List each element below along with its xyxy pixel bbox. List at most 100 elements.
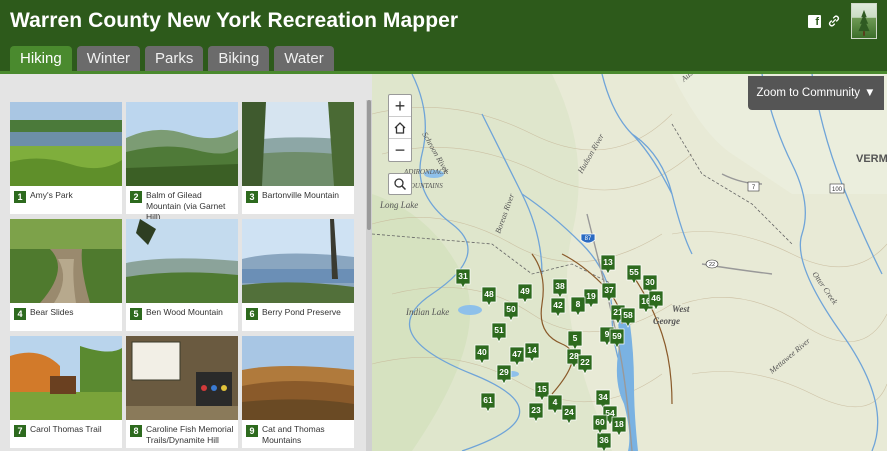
trail-marker-label: 31 — [458, 271, 468, 281]
topo-map: 87 22 7 100 ADIRONDACK MOUNTAINS Long La… — [372, 74, 887, 451]
trail-number-badge: 9 — [246, 425, 258, 437]
zoom-in-button[interactable]: + — [389, 95, 411, 117]
trail-grid: 1 Amy's Park 2 Balm of Gilead Mountain (… — [10, 102, 354, 448]
trail-card[interactable]: 4 Bear Slides — [10, 219, 122, 331]
trail-marker-label: 19 — [586, 291, 596, 301]
county-logo — [851, 3, 877, 39]
svg-text:West: West — [672, 304, 690, 314]
trail-card[interactable]: 6 Berry Pond Preserve — [242, 219, 354, 331]
trail-marker-label: 29 — [499, 367, 509, 377]
trail-marker-label: 61 — [483, 395, 493, 405]
search-icon — [394, 178, 407, 191]
trail-marker-label: 18 — [614, 419, 624, 429]
trail-marker-label: 55 — [629, 267, 639, 277]
trail-number-badge: 8 — [130, 425, 142, 437]
trail-number-badge: 7 — [14, 425, 26, 437]
trail-marker-label: 60 — [595, 417, 605, 427]
trail-marker-label: 9 — [605, 329, 610, 339]
trail-marker-label: 22 — [580, 357, 590, 367]
trail-marker-label: 14 — [527, 345, 537, 355]
trail-photo — [126, 336, 238, 420]
trail-marker-label: 4 — [553, 397, 558, 407]
page-title: Warren County New York Recreation Mapper — [10, 9, 459, 32]
trail-marker-label: 48 — [484, 289, 494, 299]
trail-marker-label: 24 — [564, 407, 574, 417]
tab-water[interactable]: Water — [274, 46, 334, 71]
map-search-button[interactable] — [388, 173, 412, 195]
trail-name: Bear Slides — [30, 307, 74, 317]
trail-name: Amy's Park — [30, 190, 73, 200]
home-button[interactable] — [389, 117, 411, 139]
svg-text:Long Lake: Long Lake — [379, 200, 418, 210]
trail-photo — [242, 102, 354, 186]
trail-marker-label: 30 — [645, 277, 655, 287]
trail-name: Berry Pond Preserve — [262, 307, 341, 317]
trail-marker-label: 8 — [576, 299, 581, 309]
map-view[interactable]: 87 22 7 100 ADIRONDACK MOUNTAINS Long La… — [372, 74, 887, 451]
trail-marker-label: 13 — [603, 257, 613, 267]
trail-number-badge: 4 — [14, 308, 26, 320]
trail-photo — [10, 102, 122, 186]
trail-photo — [126, 219, 238, 303]
road-shield-i87: 87 — [580, 233, 596, 244]
trail-number-badge: 6 — [246, 308, 258, 320]
trail-card[interactable]: 9 Cat and Thomas Mountains — [242, 336, 354, 448]
category-tabs: Hiking Winter Parks Biking Water — [10, 46, 334, 71]
trail-number-badge: 1 — [14, 191, 26, 203]
trail-marker-label: 46 — [651, 293, 661, 303]
share-icons: f — [808, 14, 841, 28]
trail-marker-label: 51 — [494, 325, 504, 335]
trail-marker-label: 59 — [612, 331, 622, 341]
trail-marker-label: 40 — [477, 347, 487, 357]
tab-biking[interactable]: Biking — [208, 46, 270, 71]
trail-card[interactable]: 3 Bartonville Mountain — [242, 102, 354, 214]
road-shield-22: 22 — [705, 259, 719, 269]
trail-name: Caroline Fish Memorial Trails/Dynamite H… — [146, 424, 234, 445]
trail-marker-label: 50 — [506, 304, 516, 314]
svg-text:Indian Lake: Indian Lake — [405, 307, 449, 317]
trail-marker[interactable]: 36 — [596, 432, 612, 451]
trail-marker-label: 15 — [537, 384, 547, 394]
app-header: Warren County New York Recreation Mapper… — [0, 0, 887, 74]
trail-marker-label: 36 — [599, 435, 609, 445]
trail-marker-label: 28 — [569, 351, 579, 361]
trail-name: Cat and Thomas Mountains — [262, 424, 325, 445]
svg-text:VERM: VERM — [856, 153, 887, 165]
zoom-out-button[interactable]: − — [389, 139, 411, 161]
trail-photo — [242, 219, 354, 303]
trail-card[interactable]: 1 Amy's Park — [10, 102, 122, 214]
trail-marker-label: 34 — [598, 392, 608, 402]
trail-photo — [10, 219, 122, 303]
road-shield-100: 100 — [829, 183, 845, 194]
trail-marker-label: 37 — [604, 285, 614, 295]
zoom-to-community-button[interactable]: Zoom to Community ▼ — [748, 76, 884, 110]
trail-name: Ben Wood Mountain — [146, 307, 223, 317]
trail-number-badge: 2 — [130, 191, 142, 203]
trail-photo — [10, 336, 122, 420]
tab-winter[interactable]: Winter — [76, 46, 141, 71]
road-shield-7: 7 — [747, 181, 760, 192]
trail-card[interactable]: 5 Ben Wood Mountain — [126, 219, 238, 331]
home-icon — [394, 121, 406, 134]
trail-card[interactable]: 8 Caroline Fish Memorial Trails/Dynamite… — [126, 336, 238, 448]
trail-photo — [242, 336, 354, 420]
trail-photo — [126, 102, 238, 186]
tab-parks[interactable]: Parks — [145, 46, 204, 71]
trail-number-badge: 5 — [130, 308, 142, 320]
link-icon[interactable] — [827, 14, 841, 28]
svg-text:87: 87 — [585, 236, 592, 242]
tab-hiking[interactable]: Hiking — [10, 46, 72, 71]
zoom-to-community-label: Zoom to Community — [756, 87, 861, 99]
trail-marker-label: 42 — [553, 300, 563, 310]
chevron-down-icon: ▼ — [864, 87, 876, 99]
facebook-icon[interactable]: f — [808, 14, 821, 28]
sidebar-scroll-thumb[interactable] — [367, 100, 371, 230]
trail-card[interactable]: 7 Carol Thomas Trail — [10, 336, 122, 448]
trail-marker-label: 5 — [573, 333, 578, 343]
trail-marker-label: 38 — [555, 281, 565, 291]
svg-text:100: 100 — [832, 187, 843, 193]
svg-text:22: 22 — [709, 262, 715, 268]
trail-marker-label: 49 — [520, 286, 530, 296]
trail-card[interactable]: 2 Balm of Gilead Mountain (via Garnet Hi… — [126, 102, 238, 222]
trail-marker-label: 47 — [512, 349, 522, 359]
